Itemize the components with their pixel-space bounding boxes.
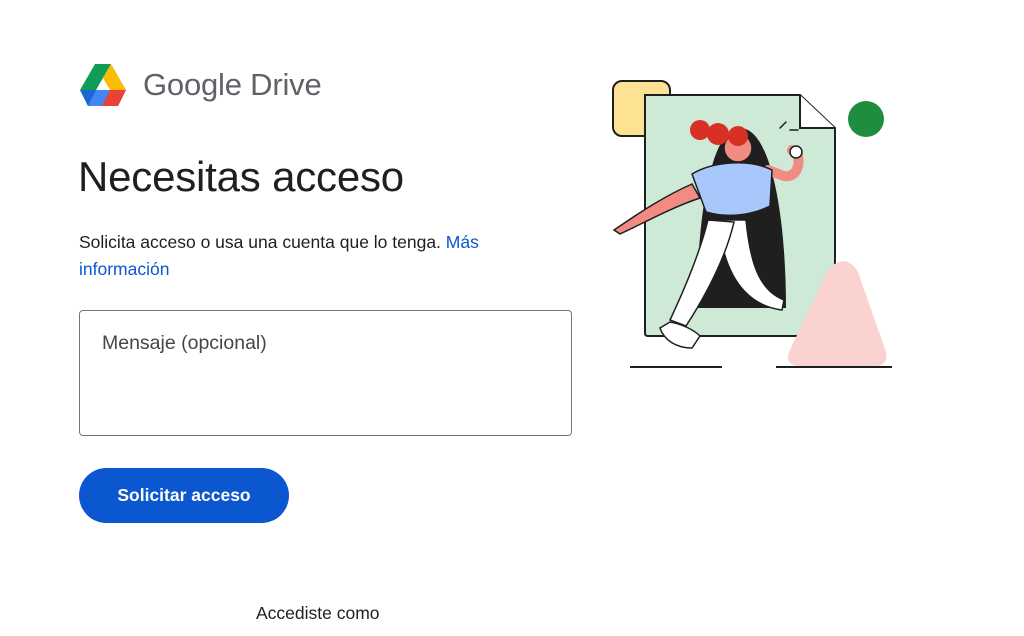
shirt-shape [691,162,773,217]
description-text: Solicita acceso o usa una cuenta que lo … [79,232,446,252]
brand-header: Google Drive [80,62,322,108]
green-circle-shape [848,101,884,137]
product-name: Google Drive [143,67,322,102]
hair-bun-1 [690,120,710,140]
access-illustration-icon [612,80,892,368]
hair-bun-2 [707,123,729,145]
signed-in-label: Accediste como [256,603,380,623]
google-drive-logo-icon [80,64,126,106]
request-access-button[interactable]: Solicitar acceso [79,468,289,523]
hair-bun-3 [728,126,748,146]
access-description: Solicita acceso o usa una cuenta que lo … [79,229,549,282]
access-request-page: Google Drive Necesitas acceso Solicita a… [0,0,1024,636]
message-field-container [79,310,572,436]
fist-shape [789,145,803,159]
message-input[interactable] [80,311,571,435]
page-title: Necesitas acceso [78,153,404,200]
